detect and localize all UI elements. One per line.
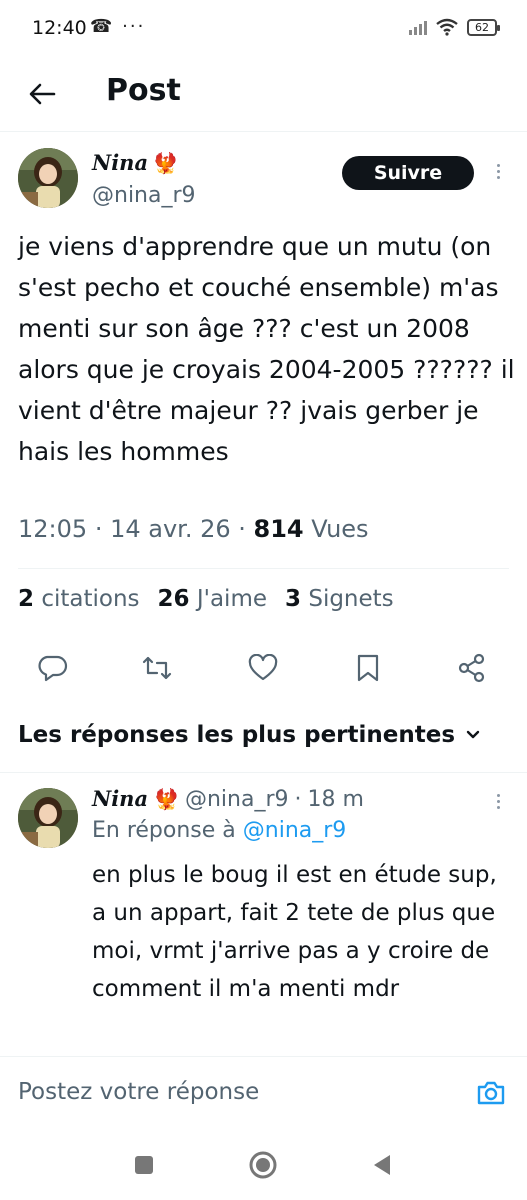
divider: [18, 568, 509, 569]
retweet-button[interactable]: [137, 648, 177, 688]
reply-to-line: En réponse à @nina_r9: [92, 818, 346, 843]
reply-avatar[interactable]: [18, 788, 78, 848]
missed-call-icon: ☎ ···: [90, 16, 146, 37]
phoenix-emoji: 🐦‍🔥: [154, 787, 179, 811]
reply-age: 18 m: [307, 787, 364, 812]
share-button[interactable]: [452, 648, 492, 688]
bookmark-button[interactable]: [348, 648, 388, 688]
system-back-button[interactable]: [367, 1150, 397, 1180]
reply-display-name[interactable]: Nina: [92, 786, 148, 811]
user-handle[interactable]: @nina_r9: [92, 183, 196, 208]
post-stats: 2 citations 26 J'aime 3 Signets: [18, 586, 394, 612]
reply-author-row: Nina 🐦‍🔥 @nina_r9 · 18 m: [92, 786, 364, 812]
post-date: 14 avr. 26: [110, 515, 231, 543]
back-button[interactable]: [22, 74, 62, 114]
reply-to-prefix: En réponse à: [92, 818, 236, 843]
action-bar: [0, 648, 527, 688]
battery-indicator: 62: [467, 18, 500, 36]
retweet-icon: [142, 656, 172, 680]
sort-label: Les réponses les plus pertinentes: [18, 722, 456, 748]
post-time: 12:05: [18, 515, 88, 543]
reply-handle[interactable]: @nina_r9: [185, 787, 289, 812]
reply-icon: [38, 655, 68, 682]
bookmark-icon: [357, 654, 379, 682]
back-arrow-icon: [29, 83, 56, 105]
views-count: 814: [253, 515, 304, 543]
post-author-name-row: Nina 🐦‍🔥: [92, 150, 178, 175]
header: Post: [0, 56, 527, 132]
phoenix-emoji: 🐦‍🔥: [153, 151, 179, 175]
status-bar: 12:40 ☎ ··· 62: [0, 0, 527, 56]
meta-separator: ·: [94, 515, 111, 543]
reply-input[interactable]: Postez votre réponse: [18, 1079, 259, 1105]
camera-icon: [477, 1081, 505, 1105]
reply-composer: Postez votre réponse: [0, 1056, 527, 1132]
display-name[interactable]: Nina: [92, 150, 148, 175]
share-icon: [458, 653, 485, 683]
more-vert-icon[interactable]: [493, 794, 503, 809]
header-divider: [0, 131, 527, 132]
quotes-stat[interactable]: 2 citations: [18, 586, 140, 612]
divider: [0, 772, 527, 773]
reply-button[interactable]: [33, 648, 73, 688]
avatar[interactable]: [18, 148, 78, 208]
follow-button[interactable]: Suivre: [342, 156, 474, 190]
post-text: je viens d'apprendre que un mutu (on s'e…: [18, 232, 515, 466]
like-icon: [248, 654, 278, 681]
recents-button[interactable]: [129, 1150, 159, 1180]
like-button[interactable]: [243, 648, 283, 688]
post-meta: 12:05 · 14 avr. 26 · 814 Vues: [18, 515, 369, 543]
nav-back-icon: [374, 1155, 390, 1175]
status-right-icons: 62: [409, 18, 500, 36]
status-time: 12:40: [32, 17, 87, 39]
meta-separator: ·: [294, 787, 302, 812]
system-nav-bar: [0, 1132, 527, 1200]
chevron-down-icon: [466, 730, 480, 739]
views-label: Vues: [311, 515, 369, 543]
nav-square-icon: [135, 1156, 153, 1174]
signal-icon: [409, 19, 427, 35]
reply-to-mention[interactable]: @nina_r9: [243, 818, 347, 843]
reply-sort-dropdown[interactable]: Les réponses les plus pertinentes: [18, 722, 481, 748]
likes-stat[interactable]: 26 J'aime: [158, 586, 267, 612]
nav-home-icon: [249, 1151, 277, 1179]
reply-text: en plus le boug il est en étude sup, a u…: [92, 862, 497, 1002]
bookmarks-stat[interactable]: 3 Signets: [285, 586, 394, 612]
more-vert-icon[interactable]: [493, 164, 503, 179]
meta-separator: ·: [238, 515, 254, 543]
camera-button[interactable]: [475, 1077, 507, 1109]
wifi-icon: [436, 18, 458, 36]
page-title: Post: [106, 73, 181, 108]
home-button[interactable]: [248, 1150, 278, 1180]
